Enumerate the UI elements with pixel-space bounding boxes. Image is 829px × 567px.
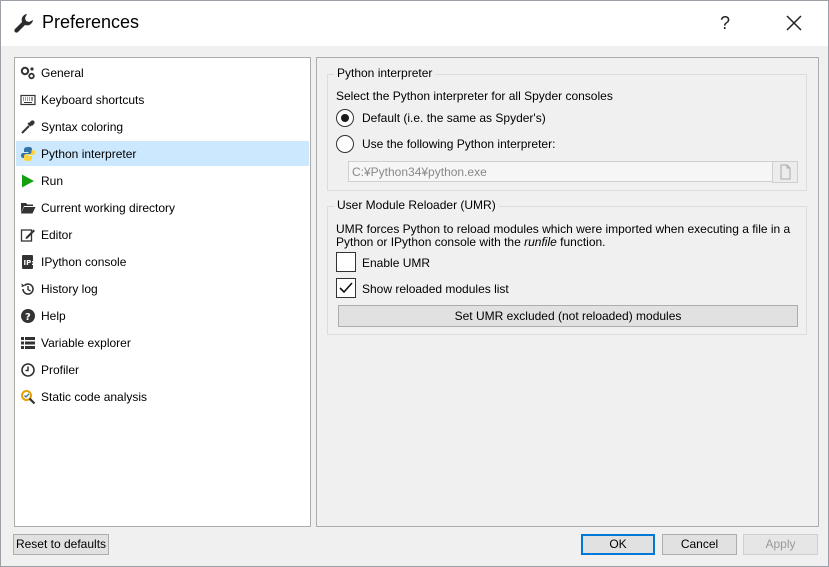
sidebar-item-label: IPython console <box>41 255 127 269</box>
python-interpreter-page: Python interpreter Select the Python int… <box>316 57 819 527</box>
svg-text:IP:: IP: <box>24 259 35 267</box>
sidebar-item-help[interactable]: ? Help <box>16 303 309 328</box>
sidebar-item-variable-explorer[interactable]: Variable explorer <box>16 330 309 355</box>
sidebar-item-label: Python interpreter <box>41 147 137 161</box>
umr-group: User Module Reloader (UMR) UMR forces Py… <box>327 198 807 335</box>
title-bar: Preferences ? <box>1 1 828 46</box>
sidebar-item-profiler[interactable]: Profiler <box>16 357 309 382</box>
sidebar-item-python-interpreter[interactable]: Python interpreter <box>16 141 309 166</box>
default-interpreter-radio[interactable] <box>336 109 354 127</box>
eyedropper-icon <box>20 119 36 135</box>
sidebar-item-label: Keyboard shortcuts <box>41 93 145 107</box>
svg-text:?: ? <box>25 312 31 323</box>
sidebar-item-static-code-analysis[interactable]: Static code analysis <box>16 384 309 409</box>
ipython-icon: IP: <box>20 254 36 270</box>
sidebar-item-label: Run <box>41 174 64 188</box>
folder-icon <box>20 200 36 216</box>
set-umr-excluded-modules-button[interactable]: Set UMR excluded (not reloaded) modules <box>338 305 798 327</box>
sidebar-item-label: Variable explorer <box>41 336 131 350</box>
reset-to-defaults-button[interactable]: Reset to defaults <box>13 534 109 555</box>
analysis-icon <box>20 389 36 405</box>
sidebar-item-ipython-console[interactable]: IP: IPython console <box>16 249 309 274</box>
ok-button[interactable]: OK <box>581 534 655 555</box>
sidebar-item-general[interactable]: General <box>16 60 309 85</box>
cancel-button[interactable]: Cancel <box>662 534 737 555</box>
gears-icon <box>20 65 36 81</box>
interpreter-path-input[interactable]: C:¥Python34¥python.exe <box>348 161 776 182</box>
group-title: User Module Reloader (UMR) <box>334 198 499 212</box>
enable-umr-checkbox[interactable] <box>336 252 356 272</box>
preferences-page-list: General Keyboard shortcuts Syntax colori… <box>14 57 311 527</box>
apply-button[interactable]: Apply <box>743 534 818 555</box>
show-reloaded-modules-label[interactable]: Show reloaded modules list <box>362 282 509 296</box>
checkmark-icon <box>339 282 353 294</box>
default-interpreter-label[interactable]: Default (i.e. the same as Spyder's) <box>362 111 546 125</box>
window-title: Preferences <box>42 12 140 32</box>
sidebar-item-run[interactable]: Run <box>16 168 309 193</box>
umr-description-line1: UMR forces Python to reload modules whic… <box>336 222 791 236</box>
sidebar-item-label: Help <box>41 309 66 323</box>
python-interpreter-group: Python interpreter Select the Python int… <box>327 66 807 191</box>
sidebar-item-editor[interactable]: Editor <box>16 222 309 247</box>
sidebar-item-label: History log <box>41 282 98 296</box>
sidebar-item-keyboard-shortcuts[interactable]: Keyboard shortcuts <box>16 87 309 112</box>
sidebar-item-label: Profiler <box>41 363 80 377</box>
enable-umr-label[interactable]: Enable UMR <box>362 256 430 270</box>
clock-icon <box>20 362 36 378</box>
sidebar-item-current-working-directory[interactable]: Current working directory <box>16 195 309 220</box>
file-icon <box>780 164 791 180</box>
question-icon: ? <box>20 308 36 324</box>
browse-button[interactable] <box>772 161 798 183</box>
sidebar-item-label: General <box>41 66 84 80</box>
sidebar-item-label: Static code analysis <box>41 390 148 404</box>
keyboard-icon <box>20 92 36 108</box>
python-icon <box>20 146 36 162</box>
umr-description-line2: Python or IPython console with the runfi… <box>336 235 606 249</box>
interpreter-description: Select the Python interpreter for all Sp… <box>336 89 613 103</box>
sidebar-item-label: Editor <box>41 228 73 242</box>
close-button[interactable] <box>780 9 808 37</box>
wrench-icon <box>13 12 35 34</box>
sidebar-item-label: Current working directory <box>41 201 176 215</box>
history-icon <box>20 281 36 297</box>
close-icon <box>786 15 802 31</box>
edit-icon <box>20 227 36 243</box>
custom-interpreter-label[interactable]: Use the following Python interpreter: <box>362 137 555 151</box>
help-button[interactable]: ? <box>713 9 737 37</box>
preferences-dialog: Preferences ? General Keyboard shortcuts <box>0 0 829 567</box>
group-title: Python interpreter <box>334 66 436 80</box>
play-icon <box>20 173 36 189</box>
sidebar-item-syntax-coloring[interactable]: Syntax coloring <box>16 114 309 139</box>
sidebar-item-history-log[interactable]: History log <box>16 276 309 301</box>
table-icon <box>20 335 36 351</box>
show-reloaded-modules-checkbox[interactable] <box>336 278 356 298</box>
custom-interpreter-radio[interactable] <box>336 135 354 153</box>
sidebar-item-label: Syntax coloring <box>41 120 124 134</box>
